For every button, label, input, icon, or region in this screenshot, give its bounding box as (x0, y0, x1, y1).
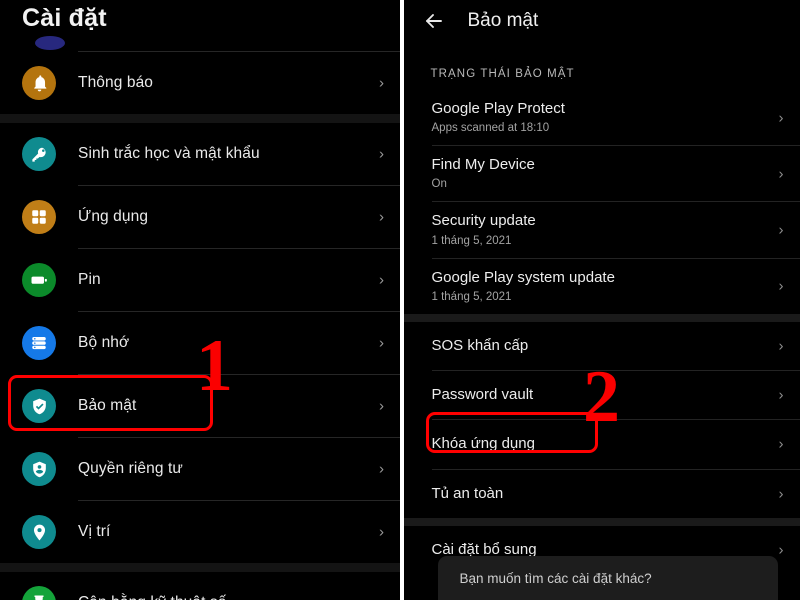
item-subtitle: On (431, 178, 447, 191)
settings-item-privacy[interactable]: Quyền riêng tư › (0, 438, 401, 500)
partial-cutoff-icon (35, 36, 65, 50)
key-icon (22, 137, 56, 171)
chevron-right-icon: › (379, 595, 384, 600)
settings-item-battery[interactable]: Pin › (0, 249, 401, 311)
item-title: SOS khẩn cấp (431, 336, 529, 354)
shield-check-icon (22, 389, 56, 423)
settings-item-digital-wellbeing[interactable]: Cân bằng kỹ thuật số › (0, 572, 401, 600)
chevron-right-icon: › (778, 337, 784, 355)
chevron-right-icon: › (778, 221, 784, 239)
chevron-right-icon: › (778, 277, 784, 295)
settings-item-label: Bộ nhớ (78, 334, 130, 351)
security-item-safe-box[interactable]: Tủ an toàn › (403, 469, 800, 518)
hourglass-icon (22, 586, 56, 600)
search-suggestion-bar[interactable]: Bạn muốn tìm các cài đặt khác? (437, 556, 778, 600)
panel-divider (400, 0, 403, 600)
settings-item-biometrics[interactable]: Sinh trắc học và mật khẩu › (0, 123, 401, 185)
shield-user-icon (22, 452, 56, 486)
settings-item-label: Bảo mật (78, 397, 137, 414)
chevron-right-icon: › (778, 165, 784, 183)
section-separator (403, 517, 800, 526)
chevron-right-icon: › (379, 397, 384, 415)
chevron-right-icon: › (379, 145, 384, 163)
screen-title: Bảo mật (467, 10, 539, 31)
apps-grid-icon (22, 200, 56, 234)
settings-item-label: Pin (78, 271, 101, 288)
section-separator (0, 114, 401, 123)
chevron-right-icon: › (379, 74, 384, 92)
app-bar: Bảo mật (404, 0, 800, 42)
security-item-security-update[interactable]: Security update 1 tháng 5, 2021 › (403, 202, 800, 258)
search-prompt-label: Bạn muốn tìm các cài đặt khác? (459, 570, 652, 586)
settings-item-label: Vị trí (78, 523, 111, 540)
item-subtitle: 1 tháng 5, 2021 (431, 234, 512, 247)
item-title: Google Play Protect (431, 100, 565, 117)
chevron-right-icon: › (778, 109, 784, 127)
item-title: Tủ an toàn (431, 484, 504, 502)
item-subtitle: Apps scanned at 18:10 (431, 122, 550, 135)
settings-item-label: Sinh trắc học và mật khẩu (78, 145, 260, 162)
step-number-1: 1 (196, 325, 233, 407)
back-arrow-icon[interactable] (422, 9, 446, 33)
item-subtitle: 1 tháng 5, 2021 (431, 290, 512, 303)
security-item-play-system-update[interactable]: Google Play system update 1 tháng 5, 202… (403, 258, 800, 314)
item-title: Google Play system update (431, 268, 615, 286)
chevron-right-icon: › (379, 334, 384, 352)
section-separator (0, 563, 401, 572)
storage-icon (22, 326, 56, 360)
settings-item-apps[interactable]: Ứng dụng › (0, 186, 401, 248)
location-pin-icon (22, 515, 56, 549)
chevron-right-icon: › (379, 208, 384, 226)
page-title: Cài đặt (22, 4, 107, 32)
settings-item-label: Ứng dụng (78, 208, 149, 225)
chevron-right-icon: › (778, 485, 784, 503)
security-item-find-my-device[interactable]: Find My Device On › (403, 146, 800, 202)
settings-screen: Cài đặt Thông báo › Sinh trắc học và mật… (0, 0, 401, 600)
item-title: Find My Device (431, 156, 535, 174)
battery-icon (22, 263, 56, 297)
settings-item-label: Thông báo (78, 74, 154, 91)
section-header-security-status: TRẠNG THÁI BẢO MẬT (430, 68, 575, 80)
section-separator (403, 313, 800, 322)
settings-item-location[interactable]: Vị trí › (0, 501, 401, 563)
security-item-play-protect[interactable]: Google Play Protect Apps scanned at 18:1… (403, 90, 800, 146)
settings-item-notifications[interactable]: Thông báo › (0, 52, 401, 114)
settings-item-label: Cân bằng kỹ thuật số (78, 594, 227, 600)
chevron-right-icon: › (379, 271, 384, 289)
tutorial-screenshot-pair: Cài đặt Thông báo › Sinh trắc học và mật… (0, 0, 800, 600)
chevron-right-icon: › (379, 460, 384, 478)
step-number-2: 2 (583, 356, 620, 438)
chevron-right-icon: › (379, 523, 384, 541)
security-screen: Bảo mật TRẠNG THÁI BẢO MẬT Google Play P… (403, 0, 800, 600)
chevron-right-icon: › (778, 435, 784, 453)
bell-icon (22, 66, 56, 100)
item-title: Security update (431, 212, 536, 230)
chevron-right-icon: › (778, 541, 784, 559)
settings-item-label: Quyền riêng tư (78, 460, 183, 477)
chevron-right-icon: › (778, 386, 784, 404)
